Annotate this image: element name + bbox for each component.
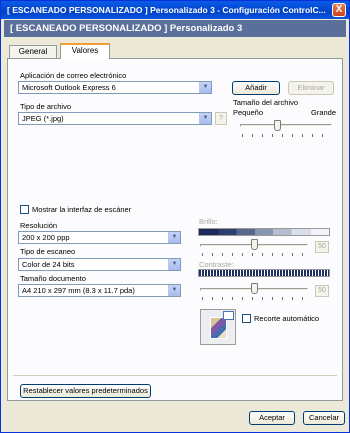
doc-size-select[interactable]: A4 210 x 297 mm (8.3 x 11.7 pda) ▼ — [18, 284, 181, 297]
file-type-label: Tipo de archivo — [20, 102, 71, 111]
auto-crop-checkbox[interactable] — [242, 314, 251, 323]
title-bar: [ ESCANEADO PERSONALIZADO ] Personalizad… — [1, 1, 349, 19]
resolution-value: 200 x 200 ppp — [22, 233, 70, 242]
file-size-ticks — [242, 134, 332, 137]
restore-defaults-button[interactable]: Restablecer valores predeterminados — [20, 384, 151, 398]
email-app-select[interactable]: Microsoft Outlook Express 6 ▼ — [18, 81, 212, 94]
file-size-max-label: Grande — [311, 108, 337, 117]
scan-type-select[interactable]: Color de 24 bits ▼ — [18, 258, 181, 271]
file-size-min-label: Pequeño — [233, 108, 264, 117]
remove-button[interactable]: Eliminar — [288, 81, 334, 95]
tab-valores-label: Valores — [71, 46, 99, 55]
settings-dialog: [ ESCANEADO PERSONALIZADO ] Personalizad… — [0, 0, 350, 433]
brightness-value[interactable]: 50 — [315, 241, 329, 253]
tab-general[interactable]: General — [9, 45, 57, 58]
scan-type-label: Tipo de escaneo — [20, 247, 76, 256]
header-band: [ ESCANEADO PERSONALIZADO ] Personalizad… — [4, 20, 346, 37]
add-button[interactable]: Añadir — [232, 81, 280, 95]
chevron-down-icon: ▼ — [199, 82, 211, 93]
cancel-button[interactable]: Cancelar — [303, 411, 345, 425]
doc-size-value: A4 210 x 297 mm (8.3 x 11.7 pda) — [22, 286, 135, 295]
auto-crop-label: Recorte automático — [254, 314, 320, 323]
email-app-label: Aplicación de correo electrónico — [20, 71, 127, 80]
contrast-ticks — [202, 297, 308, 300]
file-size-slider[interactable] — [273, 120, 281, 131]
chevron-down-icon: ▼ — [168, 232, 180, 243]
header-title: [ ESCANEADO PERSONALIZADO ] Personalizad… — [10, 23, 243, 34]
window-title: [ ESCANEADO PERSONALIZADO ] Personalizad… — [7, 5, 326, 15]
photo-icon — [210, 317, 227, 339]
brightness-label: Brillo: — [199, 217, 218, 226]
chevron-down-icon: ▼ — [168, 285, 180, 296]
scanner-ui-label: Mostrar la interfaz de escáner — [32, 205, 132, 214]
file-type-select[interactable]: JPEG (*.jpg) ▼ — [18, 112, 212, 125]
contrast-label: Contraste: — [199, 260, 234, 269]
contrast-value[interactable]: 50 — [315, 285, 329, 297]
brightness-ticks — [202, 253, 308, 256]
file-type-value: JPEG (*.jpg) — [22, 114, 64, 123]
scanner-ui-checkbox[interactable] — [20, 205, 29, 214]
file-size-track — [240, 124, 332, 127]
divider — [13, 375, 337, 376]
ok-button[interactable]: Aceptar — [249, 411, 295, 425]
close-icon: X — [335, 4, 343, 15]
contrast-pattern — [198, 269, 330, 277]
contrast-slider[interactable] — [251, 283, 258, 294]
scan-preview-icon — [200, 309, 236, 345]
tab-general-label: General — [18, 47, 48, 56]
close-button[interactable]: X — [332, 3, 346, 17]
email-app-value: Microsoft Outlook Express 6 — [22, 83, 116, 92]
help-icon[interactable]: ? — [215, 112, 227, 125]
chevron-down-icon: ▼ — [199, 113, 211, 124]
scan-type-value: Color de 24 bits — [22, 260, 75, 269]
brightness-slider[interactable] — [251, 239, 258, 250]
tab-valores[interactable]: Valores — [60, 43, 110, 59]
file-size-label: Tamaño del archivo — [233, 98, 299, 107]
brightness-gradient — [198, 228, 330, 236]
resolution-select[interactable]: 200 x 200 ppp ▼ — [18, 231, 181, 244]
document-icon — [223, 311, 234, 320]
chevron-down-icon: ▼ — [168, 259, 180, 270]
resolution-label: Resolución — [20, 221, 58, 230]
doc-size-label: Tamaño documento — [20, 274, 86, 283]
